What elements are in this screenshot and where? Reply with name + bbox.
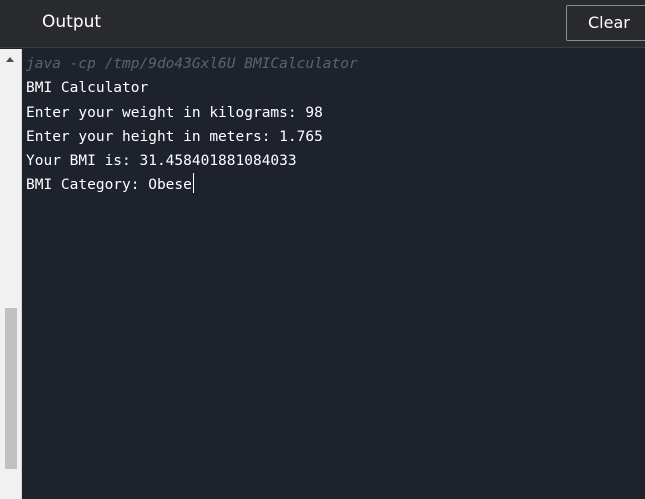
console-line: Enter your height in meters: 1.765 <box>26 128 323 145</box>
console-output[interactable]: java -cp /tmp/9do43Gxl6U BMICalculator B… <box>26 52 358 198</box>
arrow-up-icon[interactable] <box>6 57 14 62</box>
clear-button[interactable]: Clear <box>566 5 645 41</box>
console-input-line[interactable]: BMI Category: Obese <box>26 173 358 197</box>
vertical-scrollbar[interactable] <box>0 49 22 499</box>
output-header: Output Clear <box>0 0 645 48</box>
console-command: java -cp /tmp/9do43Gxl6U BMICalculator <box>26 56 358 72</box>
console-line: Enter your weight in kilograms: 98 <box>26 104 323 121</box>
output-title: Output <box>42 12 102 32</box>
scrollbar-thumb[interactable] <box>5 308 17 469</box>
text-cursor <box>192 173 194 194</box>
console-line: BMI Calculator <box>26 80 149 97</box>
console-line: Your BMI is: 31.458401881084033 <box>26 153 297 170</box>
console-line: BMI Category: Obese <box>26 177 192 194</box>
